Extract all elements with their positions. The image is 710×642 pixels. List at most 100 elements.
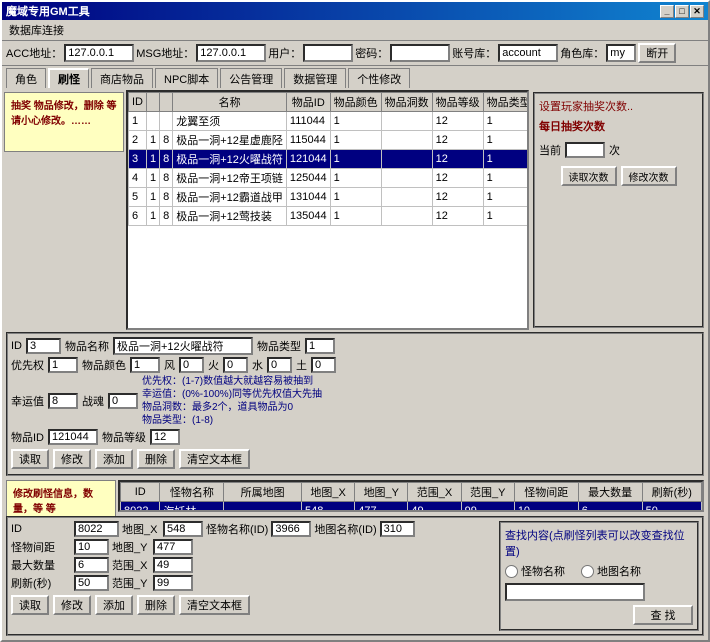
maximize-button[interactable]: □ xyxy=(675,5,689,18)
mform-mname-input[interactable] xyxy=(271,521,311,537)
search-input[interactable] xyxy=(505,583,645,601)
item-table: ID 名称 物品ID 物品颜色 物品洞数 物品等级 物品类型 xyxy=(128,92,529,226)
mcol-rx: 范围_X xyxy=(408,483,461,502)
form-wind-input[interactable] xyxy=(179,357,204,373)
mcol-map: 所属地图 xyxy=(224,483,302,502)
acc-input[interactable] xyxy=(64,44,134,62)
form-water-input[interactable] xyxy=(267,357,292,373)
mform-rangey-label: 范围_Y xyxy=(112,575,150,591)
form-name-input[interactable] xyxy=(113,337,253,355)
mform-dist-input[interactable] xyxy=(74,539,109,555)
user-input[interactable] xyxy=(303,44,353,62)
form-zhan-input[interactable] xyxy=(108,393,138,409)
item-modify-btn[interactable]: 修改 xyxy=(53,449,91,469)
menu-database[interactable]: 数据库连接 xyxy=(6,21,67,39)
read-lottery-btn[interactable]: 读取次数 xyxy=(561,166,617,186)
tab-role[interactable]: 角色 xyxy=(6,68,46,88)
monster-table-row[interactable]: 8022海妖林548477499910650 xyxy=(121,502,702,513)
form-level-label: 物品等级 xyxy=(102,429,146,445)
modify-lottery-btn[interactable]: 修改次数 xyxy=(621,166,677,186)
roledb-input[interactable] xyxy=(606,44,636,62)
monster-clear-btn[interactable]: 清空文本框 xyxy=(179,595,250,615)
monster-delete-btn[interactable]: 删除 xyxy=(137,595,175,615)
warning-box-1: 抽奖 物品修改，删除 等 请小心修改。…… xyxy=(4,92,124,152)
item-delete-btn[interactable]: 删除 xyxy=(137,449,175,469)
msg-input[interactable] xyxy=(196,44,266,62)
item-table-row[interactable]: 418极品一洞+12帝王项链1250441121000 xyxy=(129,169,530,188)
radio-monster[interactable] xyxy=(505,565,518,578)
form-level-input[interactable] xyxy=(150,429,180,445)
item-table-row[interactable]: 1龙翼至须1110441121000 xyxy=(129,112,530,131)
form-color-input[interactable] xyxy=(130,357,160,373)
current-input[interactable] xyxy=(565,142,605,158)
tab-announce[interactable]: 公告管理 xyxy=(220,68,282,88)
radio-map[interactable] xyxy=(581,565,594,578)
item-read-btn[interactable]: 读取 xyxy=(11,449,49,469)
disconnect-button[interactable]: 断开 xyxy=(638,43,676,63)
close-button[interactable]: ✕ xyxy=(690,5,704,18)
tab-personal[interactable]: 个性修改 xyxy=(348,68,410,88)
minimize-button[interactable]: _ xyxy=(660,5,674,18)
col-c2 xyxy=(160,93,173,112)
tab-data[interactable]: 数据管理 xyxy=(284,68,346,88)
mform-mapx-input[interactable] xyxy=(163,521,203,537)
mform-mapname-label: 地图名称(ID) xyxy=(314,521,376,537)
item-table-row[interactable]: 318极品一洞+12火曜战符1210441121000 xyxy=(129,150,530,169)
radio-map-label[interactable]: 地图名称 xyxy=(581,563,641,579)
monster-table: ID 怪物名称 所属地图 地图_X 地图_Y 范围_X 范围_Y 怪物间距 最大… xyxy=(120,482,702,512)
mform-rangey-input[interactable] xyxy=(153,575,193,591)
search-button[interactable]: 查 找 xyxy=(633,605,693,625)
monster-form: ID 地图_X 怪物名称(ID) 地图名称(ID) 怪物间距 地图_Y 最大 xyxy=(6,516,704,636)
form-id-input[interactable] xyxy=(26,338,61,354)
menu-bar: 数据库连接 xyxy=(2,20,708,41)
search-panel: 查找内容(点刷怪列表可以改变查找位置) 怪物名称 地图名称 查 找 xyxy=(499,521,699,631)
form-itemid-input[interactable] xyxy=(48,429,98,445)
tab-npc[interactable]: NPC脚本 xyxy=(155,68,218,88)
item-table-row[interactable]: 518极品一洞+12霸道战甲1310441121000 xyxy=(129,188,530,207)
accdb-input[interactable] xyxy=(498,44,558,62)
monster-add-btn[interactable]: 添加 xyxy=(95,595,133,615)
mform-mapname-input[interactable] xyxy=(380,521,415,537)
form-color-label: 物品颜色 xyxy=(82,357,126,373)
lottery-label: 设置玩家抽奖次数.. xyxy=(539,98,698,114)
current-label: 当前 xyxy=(539,142,561,158)
search-hint: 查找内容(点刷怪列表可以改变查找位置) xyxy=(505,527,693,559)
tab-shop[interactable]: 商店物品 xyxy=(91,68,153,88)
window-title: 魔域专用GM工具 xyxy=(6,3,90,19)
form-earth-input[interactable] xyxy=(311,357,336,373)
mform-mapy-input[interactable] xyxy=(153,539,193,555)
item-table-row[interactable]: 618极品一洞+12莺技装1350441121000 xyxy=(129,207,530,226)
monster-read-btn[interactable]: 读取 xyxy=(11,595,49,615)
form-priority-input[interactable] xyxy=(48,357,78,373)
col-c1 xyxy=(147,93,160,112)
mform-rangex-input[interactable] xyxy=(153,557,193,573)
col-itemid: 物品ID xyxy=(286,93,330,112)
pwd-label: 密码： xyxy=(355,45,388,61)
mcol-dist: 怪物间距 xyxy=(514,483,578,502)
mform-id-input[interactable] xyxy=(74,521,119,537)
current-unit: 次 xyxy=(609,142,620,158)
window-controls: _ □ ✕ xyxy=(660,5,704,18)
form-fire-input[interactable] xyxy=(223,357,248,373)
form-zhan-label: 战魂 xyxy=(82,393,104,409)
warning-line2: 请小心修改。…… xyxy=(11,112,117,127)
item-table-row[interactable]: 218极品一洞+12星虚鹿陉1150441121000 xyxy=(129,131,530,150)
form-type-label: 物品类型 xyxy=(257,338,301,354)
form-luck-input[interactable] xyxy=(48,393,78,409)
mform-refresh-input[interactable] xyxy=(74,575,109,591)
form-luck-label: 幸运值 xyxy=(11,393,44,409)
mform-max-input[interactable] xyxy=(74,557,109,573)
monster-modify-btn[interactable]: 修改 xyxy=(53,595,91,615)
item-clear-btn[interactable]: 清空文本框 xyxy=(179,449,250,469)
mform-mapy-label: 地图_Y xyxy=(112,539,150,555)
radio-monster-label[interactable]: 怪物名称 xyxy=(505,563,565,579)
item-add-btn[interactable]: 添加 xyxy=(95,449,133,469)
col-slots: 物品洞数 xyxy=(381,93,432,112)
col-color: 物品颜色 xyxy=(330,93,381,112)
tab-monster[interactable]: 刷怪 xyxy=(48,68,89,88)
pwd-input[interactable] xyxy=(390,44,450,62)
mcol-name: 怪物名称 xyxy=(160,483,224,502)
mcol-y: 地图_Y xyxy=(355,483,408,502)
accdb-label: 账号库： xyxy=(452,45,496,61)
form-type-input[interactable] xyxy=(305,338,335,354)
